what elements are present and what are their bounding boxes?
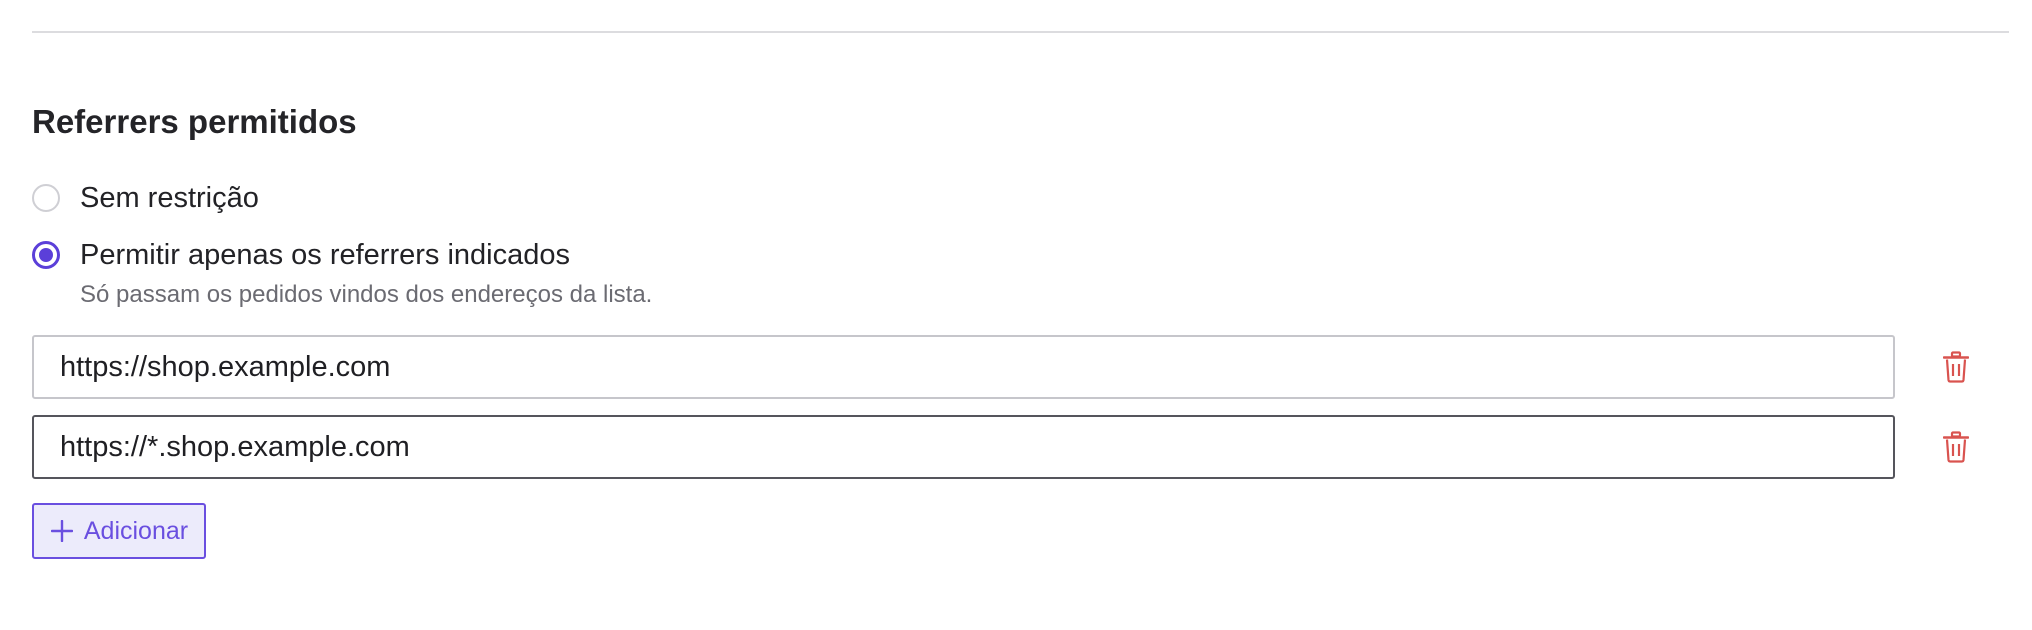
add-referrer-label: Adicionar [83, 516, 189, 545]
referrer-input[interactable] [32, 415, 1895, 479]
referrer-input[interactable] [32, 335, 1895, 399]
radio-button-checked[interactable] [32, 241, 60, 269]
radio-button-unchecked[interactable] [32, 184, 60, 212]
radio-no-restriction[interactable]: Sem restrição [32, 181, 259, 215]
plus-icon [50, 519, 74, 543]
radio-hint: Só passam os pedidos vindos dos endereço… [80, 281, 653, 308]
referrer-row [32, 415, 2009, 479]
add-referrer-button[interactable]: Adicionar [32, 503, 206, 559]
delete-referrer-button[interactable] [1938, 349, 1974, 385]
radio-allow-listed[interactable]: Permitir apenas os referrers indicados [32, 238, 570, 272]
top-divider [32, 31, 2009, 33]
delete-referrer-button[interactable] [1938, 429, 1974, 465]
trash-icon [1943, 351, 1969, 383]
radio-label-no-restriction: Sem restrição [80, 182, 259, 214]
radio-label-allow-listed: Permitir apenas os referrers indicados [80, 239, 570, 271]
referrer-row [32, 335, 2009, 399]
trash-icon [1943, 431, 1969, 463]
section-title: Referrers permitidos [32, 103, 357, 140]
